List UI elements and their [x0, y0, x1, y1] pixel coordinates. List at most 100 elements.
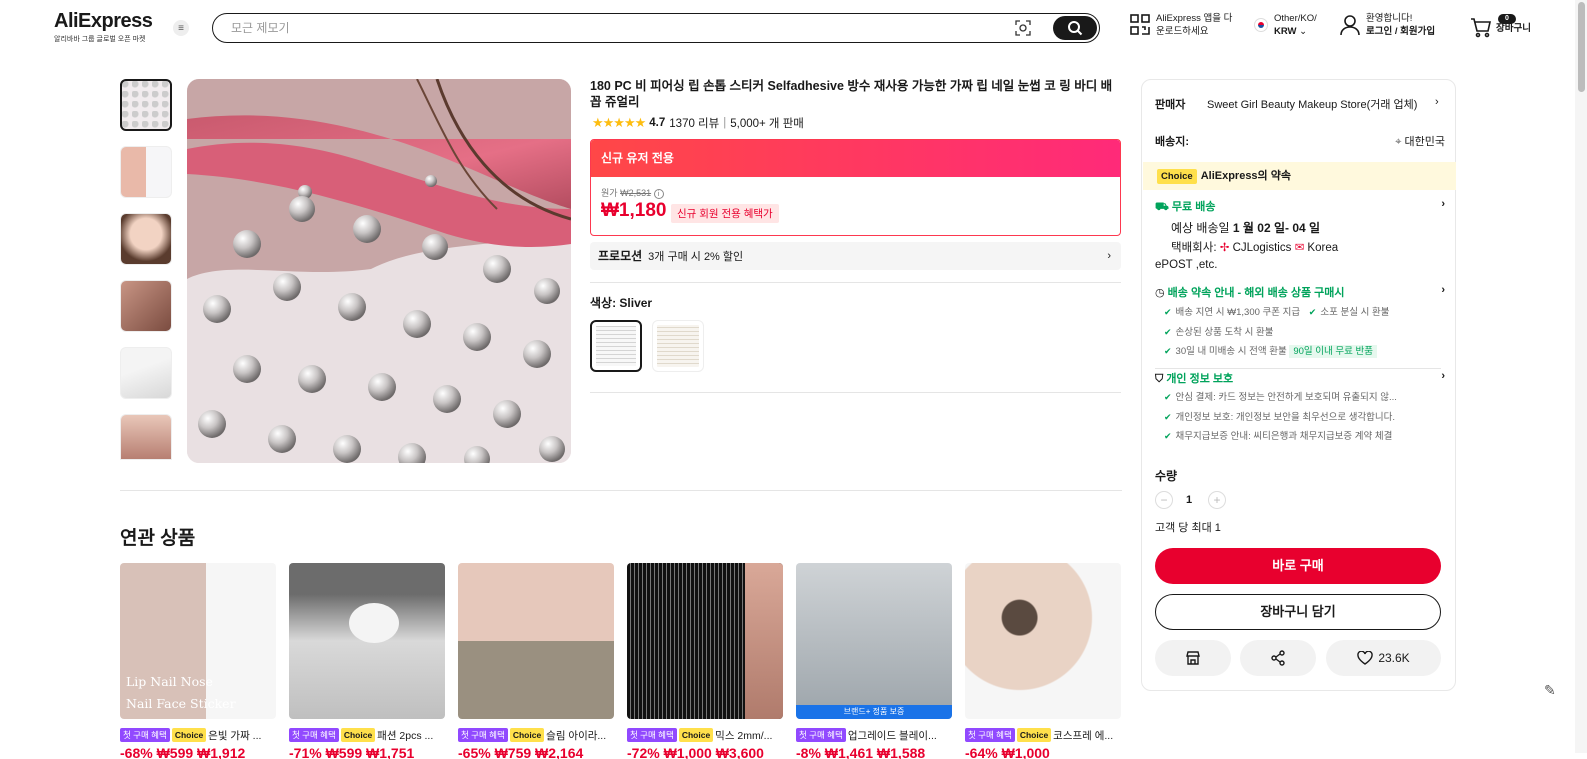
share-button[interactable] [1240, 640, 1316, 676]
region-line1: Other/KO/ [1274, 13, 1317, 24]
cj-logo-icon: ✢ [1219, 242, 1230, 254]
edit-icon[interactable]: ✎ [1544, 682, 1566, 704]
search-button[interactable] [1053, 15, 1097, 40]
store-button[interactable] [1155, 640, 1231, 676]
promotion-text: 3개 구매 시 2% 할인 [648, 251, 744, 263]
quantity-increase-button[interactable]: + [1208, 491, 1226, 509]
chevron-right-icon: › [1107, 250, 1111, 262]
privacy-title: 개인 정보 보호 [1166, 373, 1234, 385]
buy-now-button[interactable]: 바로 구매 [1155, 548, 1441, 584]
divider [590, 282, 1121, 283]
free-shipping-row[interactable]: ⛟ 무료 배송 › [1155, 198, 1445, 215]
clock-icon: ◷ [1155, 287, 1165, 299]
promotion-row[interactable]: 프로모션 3개 구매 시 2% 할인 › [590, 242, 1121, 270]
scroll-thumb[interactable] [1578, 2, 1585, 92]
ship-to-row[interactable]: 배송지: ⌖ 대한민국 [1155, 133, 1445, 149]
truck-icon: ⛟ [1155, 201, 1169, 213]
card-price: -72% ₩1,000 ₩3,600 [627, 745, 764, 759]
quantity-decrease-button[interactable]: − [1155, 491, 1173, 509]
image-search-icon[interactable] [1015, 20, 1031, 36]
product-card[interactable]: Lip Nail Nose Nail Face Sticker 첫 구매 혜택 C… [120, 563, 276, 759]
product-card[interactable]: 첫 구매 혜택 Choice 패션 2pcs ... -71% ₩599 ₩1,75… [289, 563, 445, 759]
color-label: 색상: Sliver [590, 296, 653, 310]
check-icon: ✔ [1164, 307, 1172, 317]
related-products-title: 연관 상품 [120, 528, 196, 549]
choice-tag: Choice [509, 728, 545, 742]
account-menu[interactable]: 환영합니다! 로그인 / 회원가입 [1340, 12, 1435, 38]
page-scrollbar[interactable] [1575, 0, 1587, 753]
privacy-item: ✔ 개인정보 보호: 개인정보 보안을 최우선으로 생각합니다. [1164, 412, 1396, 423]
first-purchase-tag: 첫 구매 혜택 [289, 728, 339, 742]
check-icon: ✔ [1164, 346, 1172, 356]
info-icon[interactable]: i [653, 189, 664, 199]
app-download[interactable]: AliExpress 앱을 다운로드하세요 [1130, 12, 1232, 38]
color-swatch-gold[interactable] [652, 320, 704, 372]
ship-to-label: 배송지: [1155, 136, 1190, 148]
privacy-item: ✔ 채무지급보증 안내: 씨티은행과 채무지급보증 계약 체결 [1164, 431, 1393, 442]
wishlist-count: 23.6K [1378, 651, 1410, 665]
delivery-promise-row[interactable]: ◷ 배송 약속 안내 - 해외 배송 상품 구매시 › [1155, 284, 1445, 300]
promotion-label: 프로모션 [598, 249, 643, 263]
privacy-row[interactable]: ⛉ 개인 정보 보호 › [1155, 370, 1445, 386]
search-bar [212, 13, 1100, 43]
choice-tag: Choice [1016, 728, 1052, 742]
thumbnail[interactable] [120, 146, 172, 198]
chevron-right-icon: › [1441, 198, 1445, 210]
qr-code-icon [1130, 14, 1150, 35]
choice-promise-bar: Choice AliExpress의 약속 [1143, 162, 1456, 190]
card-image-text: Lip Nail Nose [126, 674, 213, 689]
product-card[interactable]: 첫 구매 혜택 Choice 슬림 아이라... -65% ₩759 ₩2,164 [458, 563, 614, 759]
first-purchase-tag: 첫 구매 혜택 [796, 728, 846, 742]
product-card[interactable]: 첫 구매 혜택 Choice 코스프레 에... -64% ₩1,000 [965, 563, 1121, 759]
product-card[interactable]: 첫 구매 혜택 Choice 믹스 2mm/... -72% ₩1,000 ₩3,6… [627, 563, 783, 759]
product-card-image [458, 563, 614, 719]
search-icon [1068, 20, 1083, 35]
seller-name: Sweet Girl Beauty Makeup Store(거래 업체) [1207, 99, 1418, 111]
thumbnail[interactable] [120, 79, 172, 131]
menu-icon[interactable]: ≡ [173, 20, 189, 36]
divider [1155, 368, 1441, 369]
color-swatch-silver[interactable] [590, 320, 642, 372]
check-icon: ✔ [1164, 431, 1172, 441]
rating-stars-icon: ★★★★★ [592, 115, 646, 130]
app-line1: AliExpress 앱을 다 [1156, 13, 1233, 24]
thumbnail[interactable] [120, 280, 172, 332]
free-shipping: 무료 배송 [1171, 201, 1216, 213]
ship-to-value: 대한민국 [1404, 136, 1445, 148]
promise-item: ✔ 30일 내 미배송 시 전액 환불 90일 이내 무료 반품 [1164, 343, 1378, 358]
wishlist-button[interactable]: 23.6K [1326, 640, 1441, 676]
divider [590, 392, 1121, 393]
card-price: -65% ₩759 ₩2,164 [458, 745, 584, 759]
heart-icon [1357, 651, 1374, 665]
quantity-value[interactable]: 1 [1186, 494, 1192, 506]
product-card[interactable]: 브랜드+ 정품 보증 첫 구매 혜택 업그레이드 블레이... -8% ₩1,46… [796, 563, 952, 759]
shield-icon: ⛉ [1155, 373, 1164, 385]
card-price: -64% ₩1,000 [965, 745, 1050, 759]
add-to-cart-button[interactable]: 장바구니 담기 [1155, 594, 1441, 630]
seller-row[interactable]: 판매자 Sweet Girl Beauty Makeup Store(거래 업체)… [1155, 96, 1439, 112]
main-product-image[interactable] [187, 79, 571, 463]
app-line2: 운로드하세요 [1156, 26, 1209, 37]
logo-subtitle: 알리바바 그룹 글로벌 오픈 마켓 [54, 36, 146, 43]
search-input[interactable] [231, 19, 981, 37]
product-title: 180 PC 비 피어싱 립 손톱 스티커 Selfadhesive 방수 재사… [590, 79, 1113, 109]
product-photo [187, 79, 571, 463]
check-icon: ✔ [1164, 392, 1172, 402]
brand-guarantee-badge: 브랜드+ 정품 보증 [796, 705, 952, 719]
thumbnail-list [120, 79, 174, 475]
product-card-image: 브랜드+ 정품 보증 [796, 563, 952, 719]
product-card-image [627, 563, 783, 719]
aliexpress-logo[interactable]: AliExpress 알리바바 그룹 글로벌 오픈 마켓 [54, 10, 153, 44]
region-selector[interactable]: Other/KO/KRW ⌄ [1254, 12, 1317, 38]
choice-tag: Choice [171, 728, 207, 742]
thumbnail[interactable] [120, 414, 172, 460]
card-price: -8% ₩1,461 ₩1,588 [796, 745, 926, 759]
promise-item: ✔ 배송 지연 시 ₩1,300 쿠폰 지급 ✔ 소포 분실 시 환불 [1164, 307, 1390, 318]
card-price: -71% ₩599 ₩1,751 [289, 745, 415, 759]
card-title: 코스프레 에... [1053, 729, 1114, 742]
rating-row[interactable]: ★★★★★ 4.7 1370 리뷰 | 5,000+ 개 판매 [592, 115, 804, 131]
thumbnail[interactable] [120, 347, 172, 399]
first-purchase-tag: 첫 구매 혜택 [120, 728, 170, 742]
card-title: 은빛 가짜 ... [208, 729, 262, 742]
thumbnail[interactable] [120, 213, 172, 265]
